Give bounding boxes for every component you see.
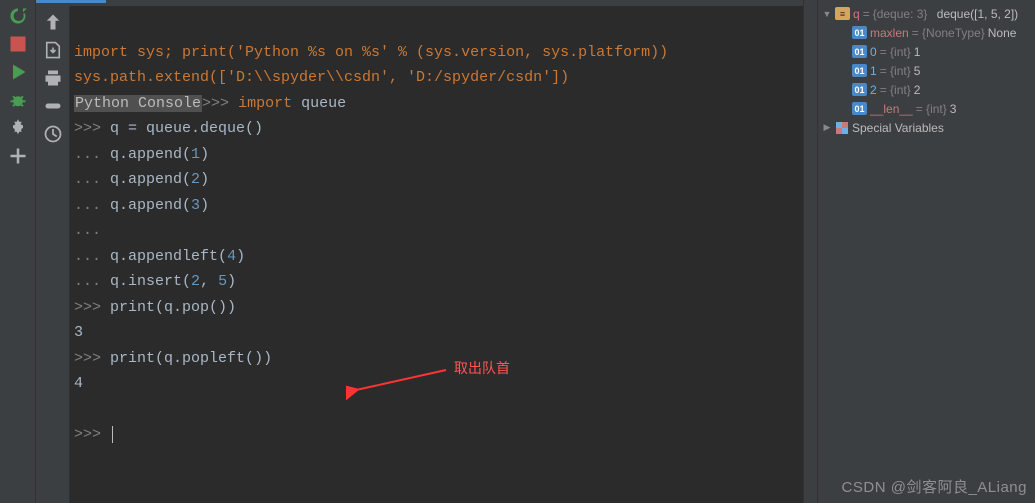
annotation-label: 取出队首 xyxy=(454,358,510,378)
play-icon[interactable] xyxy=(8,62,28,82)
var-item[interactable]: 01 0 = {int} 1 xyxy=(818,42,1035,61)
settings-icon[interactable] xyxy=(8,118,28,138)
var-root[interactable]: ▼ ≡ q = {deque: 3} deque([1, 5, 2]) xyxy=(818,4,1035,23)
header-line: import sys; print('Python %s on %s' % (s… xyxy=(74,44,668,61)
print-icon[interactable] xyxy=(43,68,63,88)
path-line: sys.path.extend(['D:\\spyder\\csdn', 'D:… xyxy=(74,69,569,86)
int-badge: 01 xyxy=(852,83,867,96)
output-1: 3 xyxy=(74,324,83,341)
int-badge: 01 xyxy=(852,26,867,39)
var-item[interactable]: 01 maxlen = {NoneType} None xyxy=(818,23,1035,42)
export-icon[interactable] xyxy=(43,40,63,60)
python-console[interactable]: import sys; print('Python %s on %s' % (s… xyxy=(70,6,678,503)
variables-panel: ▼ ≡ q = {deque: 3} deque([1, 5, 2]) 01 m… xyxy=(817,0,1035,503)
left-toolbar xyxy=(0,0,36,503)
var-item[interactable]: 01 1 = {int} 5 xyxy=(818,61,1035,80)
collapse-icon[interactable]: ▼ xyxy=(822,9,832,19)
history-icon[interactable] xyxy=(43,124,63,144)
scrollbar-gutter[interactable] xyxy=(803,0,817,503)
rerun-icon[interactable] xyxy=(8,6,28,26)
special-icon xyxy=(835,121,849,135)
output-2: 4 xyxy=(74,375,83,392)
object-badge: ≡ xyxy=(835,7,850,20)
int-badge: 01 xyxy=(852,102,867,115)
arrow-icon xyxy=(346,360,456,400)
stop-icon[interactable] xyxy=(8,34,28,54)
cursor xyxy=(112,426,113,443)
import-keyword: import xyxy=(238,95,292,112)
var-item[interactable]: 01 2 = {int} 2 xyxy=(818,80,1035,99)
console-title: Python Console xyxy=(74,95,202,112)
console-toolbar xyxy=(36,6,70,503)
tab-strip xyxy=(36,0,803,6)
link-icon[interactable] xyxy=(43,96,63,116)
int-badge: 01 xyxy=(852,45,867,58)
watermark: CSDN @剑客阿良_ALiang xyxy=(842,476,1027,497)
add-icon[interactable] xyxy=(8,146,28,166)
expand-icon[interactable]: ▶ xyxy=(822,122,832,133)
special-variables[interactable]: ▶ Special Variables xyxy=(818,118,1035,137)
int-badge: 01 xyxy=(852,64,867,77)
up-icon[interactable] xyxy=(43,12,63,32)
bug-icon[interactable] xyxy=(8,90,28,110)
var-item[interactable]: 01 __len__ = {int} 3 xyxy=(818,99,1035,118)
